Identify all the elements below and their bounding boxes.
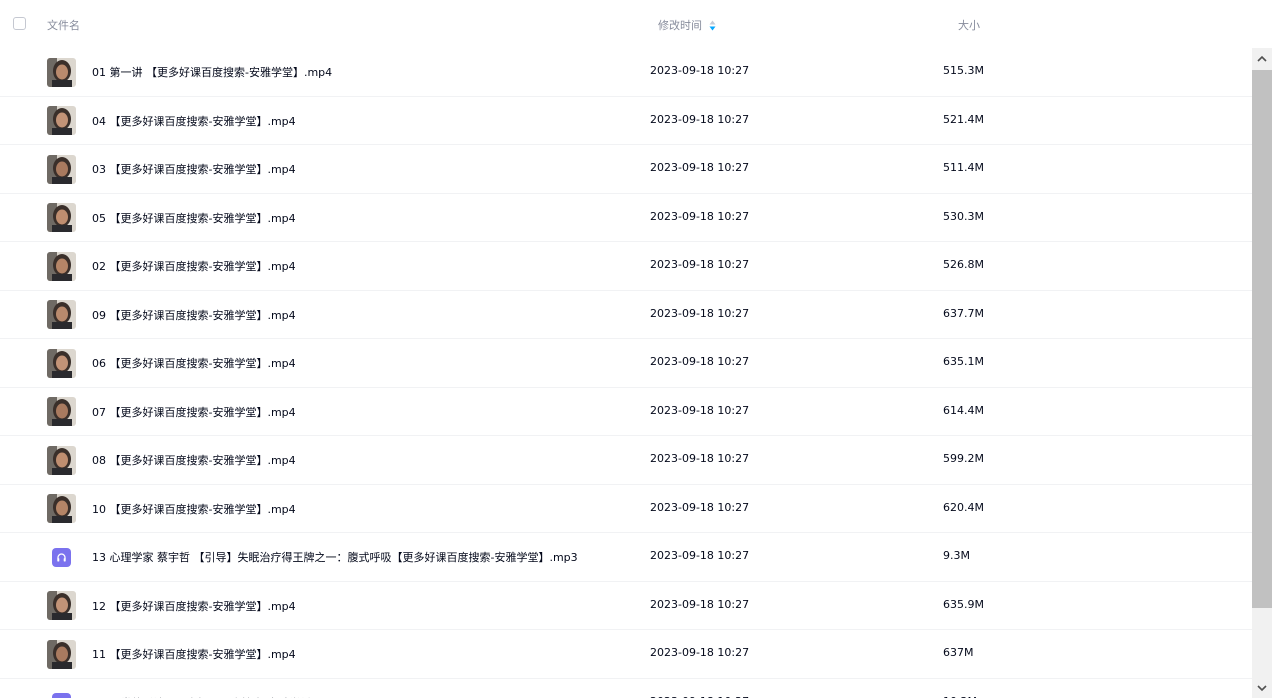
file-modified-time: 2023-09-18 10:27 [650, 646, 750, 660]
file-row[interactable]: 02 【更多好课百度搜索-安雅学堂】.mp4 2023-09-18 10:27 52… [0, 242, 1252, 291]
file-row[interactable]: 14 正常的睡法【更多好课百度搜索-安雅学堂】.mp32023-09-18 10… [0, 679, 1252, 698]
file-list-header: 文件名 修改时间 大小 [0, 0, 1252, 48]
file-row[interactable]: 11 【更多好课百度搜索-安雅学堂】.mp4 2023-09-18 10:27 63… [0, 630, 1252, 679]
file-row[interactable]: 12 【更多好课百度搜索-安雅学堂】.mp4 2023-09-18 10:27 63… [0, 582, 1252, 630]
file-row[interactable]: 07 【更多好课百度搜索-安雅学堂】.mp4 2023-09-18 10:27 61… [0, 388, 1252, 436]
video-thumbnail [47, 300, 76, 330]
video-thumbnail [47, 445, 76, 475]
file-name[interactable]: 10 【更多好课百度搜索-安雅学堂】.mp4 [92, 501, 296, 517]
file-name[interactable]: 04 【更多好课百度搜索-安雅学堂】.mp4 [92, 113, 296, 129]
video-thumbnail [47, 348, 76, 378]
file-size: 620.4M [943, 500, 984, 514]
file-modified-time: 2023-09-18 10:27 [650, 597, 750, 611]
file-row[interactable]: 03 【更多好课百度搜索-安雅学堂】.mp4 2023-09-18 10:27 51… [0, 145, 1252, 194]
file-row[interactable]: 13 心理学家 蔡宇哲 【引导】失眠治疗得王牌之一：腹式呼吸【更多好课百度搜索-… [0, 533, 1252, 582]
file-row[interactable]: 08 【更多好课百度搜索-安雅学堂】.mp4 2023-09-18 10:27 59… [0, 436, 1252, 485]
file-modified-time: 2023-09-18 10:27 [650, 403, 750, 417]
file-modified-time: 2023-09-18 10:27 [650, 258, 750, 272]
column-header-size[interactable]: 大小 [958, 17, 980, 33]
vertical-scrollbar[interactable] [1252, 48, 1272, 698]
file-row[interactable]: 06 【更多好课百度搜索-安雅学堂】.mp4 2023-09-18 10:27 63… [0, 339, 1252, 388]
video-thumbnail [47, 203, 76, 233]
file-row[interactable]: 05 【更多好课百度搜索-安雅学堂】.mp4 2023-09-18 10:27 53… [0, 194, 1252, 242]
file-list: 01 第一讲 【更多好课百度搜索-安雅学堂】.mp4 2023-09-18 10:… [0, 48, 1252, 698]
file-size: 526.8M [943, 258, 984, 272]
file-name[interactable]: 07 【更多好课百度搜索-安雅学堂】.mp4 [92, 404, 296, 420]
file-name[interactable]: 12 【更多好课百度搜索-安雅学堂】.mp4 [92, 598, 296, 614]
file-row[interactable]: 10 【更多好课百度搜索-安雅学堂】.mp4 2023-09-18 10:27 62… [0, 485, 1252, 533]
file-modified-time: 2023-09-18 10:27 [650, 549, 750, 563]
file-modified-time: 2023-09-18 10:27 [650, 64, 750, 78]
file-list-page: 文件名 修改时间 大小 01 第一讲 【更多好课百度搜索-安雅学堂】.mp4 20… [0, 0, 1280, 698]
file-size: 511.4M [943, 161, 984, 175]
file-modified-time: 2023-09-18 10:27 [650, 355, 750, 369]
file-name[interactable]: 02 【更多好课百度搜索-安雅学堂】.mp4 [92, 258, 296, 274]
file-modified-time: 2023-09-18 10:27 [650, 500, 750, 514]
video-thumbnail [47, 106, 76, 136]
select-all-checkbox[interactable] [13, 17, 26, 30]
scroll-up-arrow-icon[interactable] [1252, 48, 1272, 68]
file-size: 515.3M [943, 64, 984, 78]
video-thumbnail [47, 494, 76, 524]
sort-icon[interactable] [709, 20, 716, 31]
file-name[interactable]: 05 【更多好课百度搜索-安雅学堂】.mp4 [92, 210, 296, 226]
column-header-name[interactable]: 文件名 [47, 17, 80, 33]
file-modified-time: 2023-09-18 10:27 [650, 209, 750, 223]
file-size: 635.1M [943, 355, 984, 369]
scrollbar-thumb[interactable] [1252, 70, 1272, 608]
audio-file-icon [52, 693, 71, 698]
video-thumbnail [47, 397, 76, 427]
file-size: 614.4M [943, 403, 984, 417]
file-name[interactable]: 13 心理学家 蔡宇哲 【引导】失眠治疗得王牌之一：腹式呼吸【更多好课百度搜索-… [92, 549, 578, 565]
file-size: 637M [943, 646, 974, 660]
file-size: 521.4M [943, 112, 984, 126]
file-size: 9.3M [943, 549, 970, 563]
file-size: 637.7M [943, 306, 984, 320]
file-modified-time: 2023-09-18 10:27 [650, 161, 750, 175]
file-row[interactable]: 04 【更多好课百度搜索-安雅学堂】.mp4 2023-09-18 10:27 52… [0, 97, 1252, 145]
file-size: 599.2M [943, 452, 984, 466]
video-thumbnail [47, 154, 76, 184]
file-modified-time: 2023-09-18 10:27 [650, 112, 750, 126]
audio-file-icon [52, 547, 71, 567]
file-name[interactable]: 06 【更多好课百度搜索-安雅学堂】.mp4 [92, 355, 296, 371]
file-row[interactable]: 09 【更多好课百度搜索-安雅学堂】.mp4 2023-09-18 10:27 63… [0, 291, 1252, 339]
video-thumbnail [47, 251, 76, 281]
column-header-time[interactable]: 修改时间 [658, 17, 716, 33]
file-modified-time: 2023-09-18 10:27 [650, 306, 750, 320]
file-name[interactable]: 09 【更多好课百度搜索-安雅学堂】.mp4 [92, 307, 296, 323]
video-thumbnail [47, 591, 76, 621]
file-name[interactable]: 08 【更多好课百度搜索-安雅学堂】.mp4 [92, 452, 296, 468]
file-row[interactable]: 01 第一讲 【更多好课百度搜索-安雅学堂】.mp4 2023-09-18 10:… [0, 48, 1252, 97]
file-name[interactable]: 01 第一讲 【更多好课百度搜索-安雅学堂】.mp4 [92, 64, 332, 80]
column-header-time-label: 修改时间 [658, 19, 702, 32]
file-size: 530.3M [943, 209, 984, 223]
file-name[interactable]: 03 【更多好课百度搜索-安雅学堂】.mp4 [92, 161, 296, 177]
video-thumbnail [47, 639, 76, 669]
video-thumbnail [47, 57, 76, 87]
file-name[interactable]: 11 【更多好课百度搜索-安雅学堂】.mp4 [92, 646, 296, 662]
scroll-down-arrow-icon[interactable] [1252, 678, 1272, 698]
file-modified-time: 2023-09-18 10:27 [650, 452, 750, 466]
file-size: 635.9M [943, 597, 984, 611]
